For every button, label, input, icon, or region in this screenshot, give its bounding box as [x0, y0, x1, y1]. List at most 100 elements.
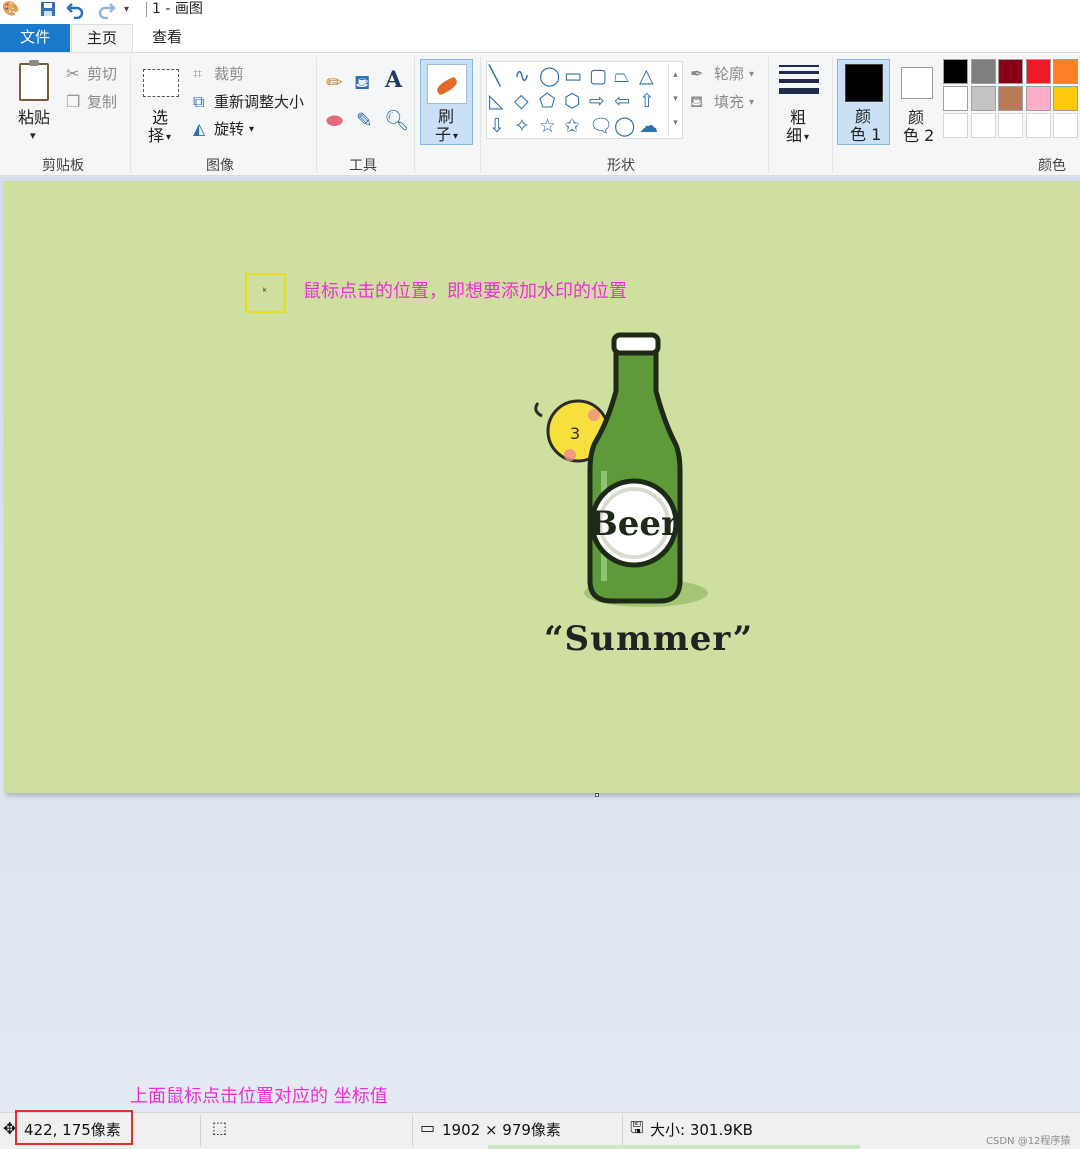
shape-option[interactable]: ⬠	[539, 90, 556, 112]
fill-label: 填充	[714, 93, 745, 111]
fill-bucket-icon[interactable]: ⛾	[354, 72, 370, 92]
status-separator	[412, 1115, 413, 1147]
image-size-icon: ▭	[420, 1118, 436, 1137]
shape-option[interactable]: ▭	[564, 65, 582, 87]
pencil-icon[interactable]: ✏	[326, 72, 343, 92]
color-picker-icon[interactable]: ✎	[356, 110, 373, 130]
shape-option[interactable]: ◇	[514, 90, 529, 112]
color1-label-line2: 色 1	[850, 125, 882, 144]
chevron-down-icon: ▾	[749, 97, 755, 108]
group-separator	[316, 57, 317, 173]
fill-icon: ⛾	[690, 92, 704, 111]
select-label-line2: 择	[148, 126, 165, 145]
cursor-position-highlight	[15, 1110, 133, 1145]
select-rectangle-icon	[143, 69, 179, 97]
chevron-down-icon: ▾	[30, 129, 36, 142]
shape-option[interactable]: ◯	[539, 65, 560, 87]
disk-icon: 🖫	[630, 1118, 644, 1137]
paste-icon	[19, 60, 49, 101]
palette-swatch[interactable]	[943, 86, 968, 111]
palette-swatch[interactable]	[1025, 59, 1051, 84]
palette-swatch[interactable]	[1025, 86, 1051, 111]
shape-option[interactable]: 🗨	[589, 115, 613, 137]
color1-button[interactable]: 颜 色 1	[837, 59, 890, 145]
shape-option[interactable]: ⇧	[639, 90, 655, 112]
canvas-resize-handle[interactable]	[595, 793, 599, 797]
shape-option[interactable]: ◯	[614, 115, 635, 137]
text-icon[interactable]: A	[385, 69, 402, 91]
size-label-line1: 粗	[790, 108, 807, 127]
palette-empty-slot[interactable]	[943, 113, 968, 138]
shape-option[interactable]: ⇩	[489, 115, 505, 137]
rotate-label: 旋转	[214, 120, 245, 138]
color1-swatch	[845, 64, 883, 102]
tab-view[interactable]: 查看	[136, 24, 198, 52]
tab-home[interactable]: 主页	[71, 24, 133, 52]
palette-empty-slot[interactable]	[970, 113, 996, 138]
shape-option[interactable]: ⇨	[589, 90, 605, 112]
shape-option[interactable]: △	[639, 65, 654, 87]
shape-option[interactable]: ☆	[539, 115, 556, 137]
palette-empty-slot[interactable]	[1025, 113, 1051, 138]
size-label-line2: 细	[786, 126, 803, 145]
resize-label: 重新调整大小	[214, 93, 305, 111]
image-size: 1902 × 979像素	[442, 1121, 561, 1139]
status-bar: ✥ 422, 175像素 ⬚ ▭ 1902 × 979像素 🖫 大小: 301.…	[0, 1112, 1080, 1149]
palette-empty-slot[interactable]	[998, 113, 1023, 138]
brushes-button[interactable]: 刷 子 ▾	[420, 59, 473, 145]
shape-option[interactable]: ✩	[564, 115, 580, 137]
resize-icon: ⧉	[193, 92, 205, 111]
shape-option[interactable]: ⬡	[564, 90, 581, 112]
palette-swatch[interactable]	[970, 86, 996, 111]
chevron-down-icon: ▾	[749, 69, 755, 80]
palette-swatch[interactable]	[998, 59, 1023, 84]
brushes-label-line2: 子	[435, 125, 452, 144]
shapes-scroll[interactable]: ▴ ▾ ▾	[668, 63, 682, 137]
shape-option[interactable]: ☁	[639, 115, 658, 137]
eraser-icon[interactable]: ⬬	[326, 110, 343, 130]
color-palette	[943, 59, 1080, 143]
rotate-icon: ◭	[193, 119, 206, 138]
cursor-mark-icon: ᵏ	[263, 287, 268, 298]
group-label-image: 图像	[206, 158, 234, 174]
palette-swatch[interactable]	[998, 86, 1023, 111]
outline-label: 轮廓	[714, 65, 745, 83]
status-separator	[622, 1115, 623, 1147]
paint-app-icon[interactable]: 🎨	[2, 1, 19, 17]
crop-icon: ⌗	[193, 64, 203, 83]
svg-text:3: 3	[570, 424, 580, 443]
status-strip	[488, 1145, 860, 1149]
shape-option[interactable]: ✧	[514, 115, 530, 137]
palette-swatch[interactable]	[1053, 59, 1078, 84]
copy-label: 复制	[87, 93, 118, 111]
palette-swatch[interactable]	[1053, 86, 1078, 111]
shape-option[interactable]: ▢	[589, 65, 607, 87]
group-separator	[832, 57, 833, 173]
palette-swatch[interactable]	[970, 59, 996, 84]
group-separator	[480, 57, 481, 173]
copy-icon: ❐	[66, 92, 81, 111]
group-label-colors: 颜色	[1038, 158, 1066, 174]
line-width-icon	[779, 65, 819, 95]
group-separator	[130, 57, 131, 173]
shape-option[interactable]: ⏢	[614, 65, 629, 87]
brush-icon	[427, 64, 467, 104]
cut-label: 剪切	[87, 65, 118, 83]
group-separator	[768, 57, 769, 173]
save-icon[interactable]	[40, 1, 56, 21]
summer-caption: “Summer”	[544, 619, 754, 659]
select-label-line1: 选	[152, 108, 169, 127]
customize-dropdown-icon[interactable]: ▾	[124, 4, 129, 15]
shape-option[interactable]: ∿	[514, 65, 530, 87]
click-position-highlight: ᵏ	[245, 273, 286, 313]
palette-swatch[interactable]	[943, 59, 968, 84]
shape-option[interactable]: ◺	[489, 90, 504, 112]
magnifier-icon[interactable]: 🔍︎	[384, 110, 409, 130]
status-separator	[200, 1115, 201, 1147]
tab-file[interactable]: 文件	[0, 24, 70, 52]
beer-bottle-illustration: 3 Beer	[534, 332, 708, 607]
shape-option[interactable]: ⇦	[614, 90, 630, 112]
drawing-canvas[interactable]: ᵏ 鼠标点击的位置，即想要添加水印的位置 3 Beer “Summer”	[4, 181, 1080, 793]
palette-empty-slot[interactable]	[1053, 113, 1078, 138]
shape-option[interactable]: ╲	[489, 65, 500, 87]
